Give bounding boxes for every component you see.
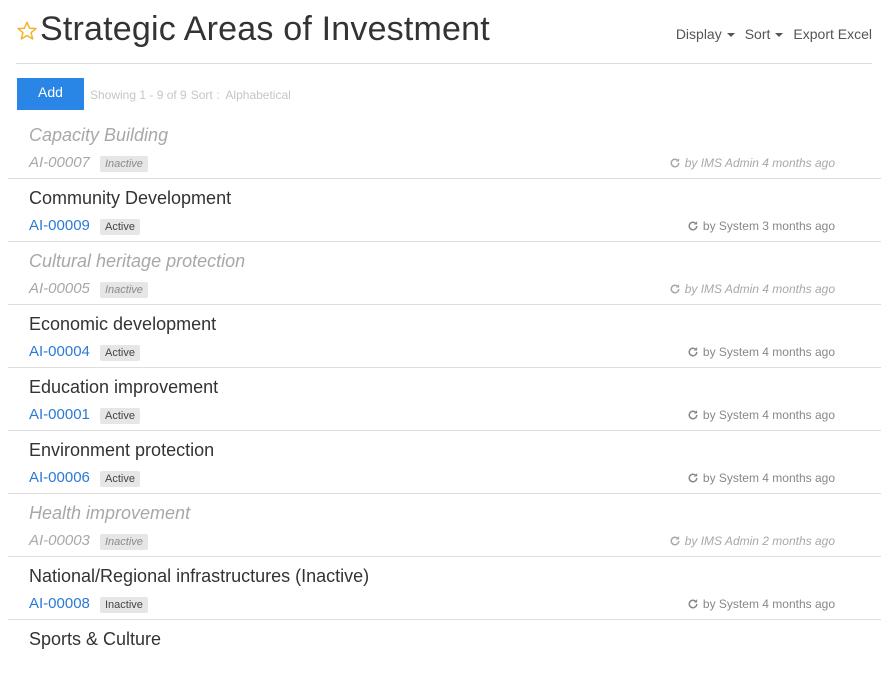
refresh-icon [688, 473, 698, 483]
item-meta: by IMS Admin 2 months ago [669, 534, 835, 548]
refresh-icon [670, 536, 680, 546]
page-header: Strategic Areas of Investment Display So… [16, 8, 872, 64]
status-badge: Active [100, 219, 140, 235]
display-menu[interactable]: Display [676, 26, 735, 42]
item-name[interactable]: Sports & Culture [29, 629, 161, 650]
item-code[interactable]: AI-00009 [29, 217, 90, 234]
caret-down-icon [726, 33, 735, 37]
item-name[interactable]: Capacity Building [29, 125, 168, 146]
item-name[interactable]: Environment protection [29, 440, 214, 461]
refresh-icon [688, 347, 698, 357]
investment-area-list: Capacity Building AI-00007 Inactive by I… [8, 116, 881, 682]
item-code[interactable]: AI-00006 [29, 469, 90, 486]
item-meta: by IMS Admin 4 months ago [669, 282, 835, 296]
status-badge: Active [100, 345, 140, 361]
export-excel-link[interactable]: Export Excel [793, 26, 872, 42]
item-name[interactable]: Community Development [29, 188, 231, 209]
sort-menu[interactable]: Sort [745, 26, 784, 42]
status-badge: Inactive [100, 282, 148, 298]
meta-text: by IMS Admin 4 months ago [684, 282, 835, 296]
list-item[interactable]: Sports & Culture [8, 620, 881, 682]
star-outline-icon[interactable] [16, 20, 38, 42]
list-item[interactable]: Economic development AI-00004 Active by … [8, 305, 881, 368]
meta-text: by System 4 months ago [702, 597, 835, 611]
meta-text: by System 4 months ago [702, 345, 835, 359]
status-badge: Inactive [100, 597, 148, 613]
status-badge: Inactive [100, 156, 148, 172]
item-code[interactable]: AI-00001 [29, 406, 90, 423]
item-code[interactable]: AI-00005 [29, 280, 90, 297]
list-item[interactable]: Health improvement AI-00003 Inactive by … [8, 494, 881, 557]
add-button[interactable]: Add [17, 78, 84, 110]
refresh-icon [688, 221, 698, 231]
status-badge: Inactive [100, 534, 148, 550]
item-meta: by System 4 months ago [687, 597, 835, 611]
item-name[interactable]: Economic development [29, 314, 216, 335]
item-meta: by IMS Admin 4 months ago [669, 156, 835, 170]
list-item[interactable]: Environment protection AI-00006 Active b… [8, 431, 881, 494]
item-name[interactable]: Education improvement [29, 377, 218, 398]
list-item[interactable]: Cultural heritage protection AI-00005 In… [8, 242, 881, 305]
list-toolbar: Add Showing 1 - 9 of 9 Sort : Alphabetical [17, 78, 291, 110]
item-name[interactable]: Health improvement [29, 503, 190, 524]
meta-text: by IMS Admin 2 months ago [684, 534, 835, 548]
meta-text: by System 4 months ago [702, 408, 835, 422]
results-summary: Showing 1 - 9 of 9 Sort : Alphabetical [90, 88, 291, 102]
item-code[interactable]: AI-00004 [29, 343, 90, 360]
page-title: Strategic Areas of Investment [40, 10, 490, 48]
item-meta: by System 4 months ago [687, 345, 835, 359]
sort-value: Alphabetical [225, 88, 291, 102]
sort-label: Sort [744, 26, 771, 42]
header-actions: Display Sort Export Excel [676, 26, 872, 42]
sort-prefix: Sort : [190, 88, 220, 102]
item-meta: by System 4 months ago [687, 471, 835, 485]
item-name[interactable]: Cultural heritage protection [29, 251, 245, 272]
item-name[interactable]: National/Regional infrastructures (Inact… [29, 566, 369, 587]
list-item[interactable]: Capacity Building AI-00007 Inactive by I… [8, 116, 881, 179]
caret-down-icon [775, 33, 784, 37]
refresh-icon [670, 158, 680, 168]
meta-text: by System 3 months ago [702, 219, 835, 233]
item-code[interactable]: AI-00008 [29, 595, 90, 612]
refresh-icon [688, 599, 698, 609]
item-code[interactable]: AI-00003 [29, 532, 90, 549]
status-badge: Active [100, 471, 140, 487]
display-label: Display [675, 26, 722, 42]
refresh-icon [670, 284, 680, 294]
showing-count: Showing 1 - 9 of 9 [90, 88, 187, 102]
item-meta: by System 4 months ago [687, 408, 835, 422]
status-badge: Active [100, 408, 140, 424]
item-meta: by System 3 months ago [687, 219, 835, 233]
item-code[interactable]: AI-00007 [29, 154, 90, 171]
meta-text: by IMS Admin 4 months ago [684, 156, 835, 170]
refresh-icon [688, 410, 698, 420]
list-item[interactable]: Education improvement AI-00001 Active by… [8, 368, 881, 431]
list-item[interactable]: Community Development AI-00009 Active by… [8, 179, 881, 242]
list-item[interactable]: National/Regional infrastructures (Inact… [8, 557, 881, 620]
meta-text: by System 4 months ago [702, 471, 835, 485]
